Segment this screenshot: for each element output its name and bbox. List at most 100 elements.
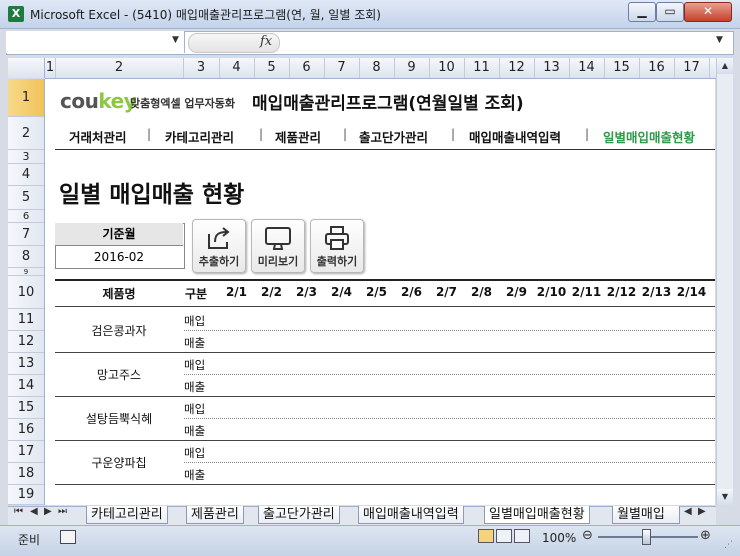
column-header-11[interactable]: 11	[464, 58, 500, 78]
type-header: 구분	[184, 287, 208, 301]
nav-item-daily-status[interactable]: 일별매입매출현황	[603, 127, 695, 146]
insert-function-icon[interactable]: fx	[260, 34, 272, 49]
coukey-logo: coukey	[60, 89, 137, 113]
worksheet-grid[interactable]: coukey 맞춤형엑셀 업무자동화 매입매출관리프로그램(연월일별 조회) 거…	[45, 79, 715, 505]
maximize-button[interactable]: ▭	[656, 2, 684, 22]
column-header-7[interactable]: 7	[324, 58, 360, 78]
close-button[interactable]: ✕	[684, 2, 732, 22]
page-layout-view-icon[interactable]	[496, 529, 512, 543]
row-header-18[interactable]: 18	[8, 463, 44, 485]
tab-scroll-right-icon[interactable]: ▶	[698, 506, 706, 517]
scroll-down-icon[interactable]: ▼	[717, 489, 733, 505]
column-header-17[interactable]: 17	[674, 58, 710, 78]
formula-input[interactable]	[282, 32, 718, 54]
chevron-down-icon[interactable]: ▼	[172, 35, 179, 45]
page-break-view-icon[interactable]	[514, 529, 530, 543]
nav-divider	[55, 149, 715, 150]
sheet-tab-monthly[interactable]: 월별매입	[612, 506, 680, 524]
row-header-5[interactable]: 5	[8, 186, 44, 210]
sheet-tab-price[interactable]: 출고단가관리	[258, 506, 340, 524]
row-header-8[interactable]: 8	[8, 246, 44, 268]
row-header-7[interactable]: 7	[8, 223, 44, 246]
row-header-10[interactable]: 10	[8, 276, 44, 309]
row-header-19[interactable]: 19	[8, 485, 44, 505]
zoom-slider-thumb[interactable]	[642, 529, 651, 545]
row-header-16[interactable]: 16	[8, 419, 44, 441]
row-divider	[184, 418, 715, 420]
column-header-10[interactable]: 10	[429, 58, 465, 78]
next-sheet-icon[interactable]: ▶	[44, 506, 52, 517]
base-month-value[interactable]: 2016-02	[55, 246, 183, 268]
column-header-12[interactable]: 12	[499, 58, 535, 78]
row-header-6[interactable]: 6	[8, 210, 44, 223]
row-header-2[interactable]: 2	[8, 117, 44, 150]
column-header-2[interactable]: 2	[55, 58, 184, 78]
date-header: 2/5	[365, 285, 388, 299]
nav-item-entry[interactable]: 매입매출내역입력	[469, 127, 561, 146]
name-box[interactable]	[6, 31, 185, 53]
sheet-tab-entry[interactable]: 매입매출내역입력	[358, 506, 464, 524]
column-header: 1 2 3 4 5 6 7 8 9 10 11 12 13 14 15 16 1…	[45, 58, 716, 79]
nav-item-category[interactable]: 카테고리관리	[165, 127, 234, 146]
resize-grip-icon[interactable]: ⋰	[724, 540, 733, 550]
zoom-level[interactable]: 100%	[542, 531, 576, 545]
group-divider	[55, 396, 715, 397]
base-month-label: 기준월	[55, 223, 183, 246]
column-header-4[interactable]: 4	[219, 58, 255, 78]
zoom-out-icon[interactable]: ⊖	[582, 528, 593, 543]
print-label: 출력하기	[316, 255, 358, 268]
row-header-17[interactable]: 17	[8, 441, 44, 463]
nav-item-vendor[interactable]: 거래처관리	[69, 127, 127, 146]
type-sales: 매출	[184, 336, 206, 350]
row-header-11[interactable]: 11	[8, 309, 44, 331]
nav-item-product[interactable]: 제품관리	[275, 127, 321, 146]
nav-separator: |	[343, 127, 348, 141]
scroll-up-icon[interactable]: ▲	[717, 58, 733, 74]
tab-scroll-left-icon[interactable]: ◀	[684, 506, 692, 517]
row-header-4[interactable]: 4	[8, 164, 44, 186]
column-header-15[interactable]: 15	[604, 58, 640, 78]
group-divider	[55, 352, 715, 353]
sheet-tab-product[interactable]: 제품관리	[186, 506, 244, 524]
vertical-scrollbar[interactable]: ▲ ▼	[716, 58, 733, 505]
export-icon	[208, 227, 230, 249]
product-name: 구운양파칩	[91, 456, 147, 470]
column-header-3[interactable]: 3	[183, 58, 220, 78]
column-header-8[interactable]: 8	[359, 58, 395, 78]
preview-button[interactable]: 미리보기	[251, 219, 305, 273]
select-all-corner[interactable]	[8, 58, 45, 78]
sheet-tab-daily[interactable]: 일별매입매출현황	[484, 506, 590, 524]
zoom-in-icon[interactable]: ⊕	[700, 528, 711, 543]
row-header-14[interactable]: 14	[8, 375, 44, 397]
row-header-15[interactable]: 15	[8, 397, 44, 419]
excel-app-icon[interactable]: X	[8, 6, 24, 22]
expand-formula-icon[interactable]: ▼	[716, 35, 723, 45]
status-ready: 준비	[18, 533, 41, 547]
date-header: 2/3	[295, 285, 318, 299]
row-header-12[interactable]: 12	[8, 331, 44, 353]
macro-record-icon[interactable]	[60, 530, 76, 544]
column-header-16[interactable]: 16	[639, 58, 675, 78]
date-header: 2/13	[641, 285, 672, 299]
column-header-13[interactable]: 13	[534, 58, 570, 78]
type-purchase: 매입	[184, 314, 206, 328]
row-header-3[interactable]: 3	[8, 150, 44, 164]
column-header-5[interactable]: 5	[254, 58, 290, 78]
type-sales: 매출	[184, 424, 206, 438]
row-header-1[interactable]: 1	[8, 79, 44, 117]
column-header-14[interactable]: 14	[569, 58, 605, 78]
first-sheet-icon[interactable]: ⏮	[14, 506, 23, 517]
nav-item-price[interactable]: 출고단가관리	[359, 127, 428, 146]
prev-sheet-icon[interactable]: ◀	[30, 506, 38, 517]
product-name: 설탕듬뿍식혜	[85, 412, 153, 426]
print-button[interactable]: 출력하기	[310, 219, 364, 273]
row-header-13[interactable]: 13	[8, 353, 44, 375]
column-header-6[interactable]: 6	[289, 58, 325, 78]
normal-view-icon[interactable]	[478, 529, 494, 543]
last-sheet-icon[interactable]: ⏭	[58, 506, 67, 517]
column-header-9[interactable]: 9	[394, 58, 430, 78]
extract-button[interactable]: 추출하기	[192, 219, 246, 273]
row-header-9[interactable]: 9	[8, 268, 44, 276]
minimize-button[interactable]: ▁	[628, 2, 656, 22]
sheet-tab-category[interactable]: 카테고리관리	[86, 506, 168, 524]
